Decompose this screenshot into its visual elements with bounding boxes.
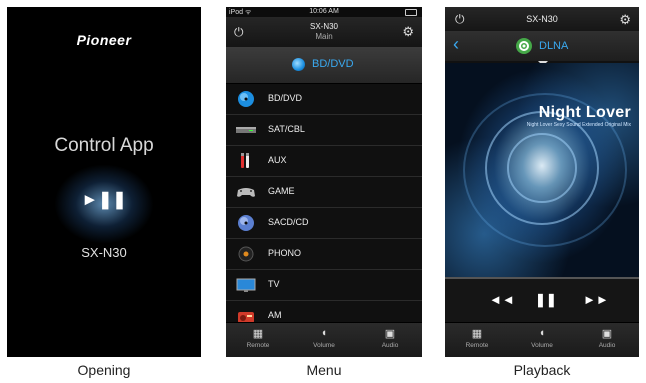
source-bar[interactable]: ‹ DLNA (445, 31, 639, 66)
status-time: 10:06 AM (309, 8, 339, 15)
tab-audio[interactable]: ▣ Audio (575, 327, 639, 349)
pioneer-logo: Pioneer (76, 32, 132, 48)
menu-tab-bar: ▦ Remote ◖ Volume ▣ Audio (226, 322, 422, 357)
remote-icon: ▦ (252, 328, 264, 340)
battery-icon (405, 9, 417, 16)
tab-volume[interactable]: ◖ Volume (292, 327, 356, 349)
input-label: BD/DVD (268, 93, 303, 103)
remote-icon: ▦ (471, 328, 483, 340)
playback-tab-bar: ▦ Remote ◖ Volume ▣ Audio (445, 322, 639, 357)
status-bar: iPod ᯤ 10:06 AM (226, 7, 422, 17)
input-item-sacd-cd[interactable]: SACD/CD (226, 208, 422, 239)
menu-header: ⏻ SX-N30 Main ⚙ (226, 17, 422, 47)
input-label: AUX (268, 155, 287, 165)
caption-playback: Playback (513, 362, 571, 378)
previous-icon[interactable]: ◄◄ (489, 292, 515, 307)
tab-label: Audio (381, 342, 399, 349)
input-label: AM (268, 310, 282, 320)
rca-cable-icon (241, 153, 249, 168)
input-item-sat-cbl[interactable]: SAT/CBL (226, 115, 422, 146)
opening-screen: Pioneer Control App ►❚❚ SX-N30 (7, 7, 201, 357)
dlna-icon (516, 38, 532, 54)
tab-label: Volume (531, 342, 553, 349)
tab-label: Volume (313, 342, 335, 349)
header-zone: Main (315, 32, 333, 41)
input-item-bd-dvd[interactable]: BD/DVD (226, 84, 422, 115)
transport-controls: ◄◄ ❚❚ ►► (445, 279, 639, 323)
input-item-tv[interactable]: TV (226, 270, 422, 301)
tab-remote[interactable]: ▦ Remote (226, 327, 290, 349)
caption-menu: Menu (306, 362, 342, 378)
audio-icon: ▣ (601, 328, 613, 340)
set-top-box-icon (236, 127, 256, 133)
input-label: SACD/CD (268, 217, 309, 227)
menu-screen: iPod ᯤ 10:06 AM ⏻ SX-N30 Main ⚙ BD/DVD B… (226, 7, 422, 357)
header-model: SX-N30 (309, 22, 338, 31)
speaker-icon: ◖ (538, 327, 546, 339)
selected-input-label: BD/DVD (312, 58, 354, 70)
gear-icon[interactable]: ⚙ (619, 12, 631, 28)
playback-header: ⏻ SX-N30 ⚙ (445, 7, 639, 31)
caption-opening: Opening (77, 362, 131, 378)
tab-label: Remote (246, 342, 270, 349)
disc-icon (292, 58, 305, 71)
tab-volume[interactable]: ◖ Volume (510, 327, 574, 349)
gamepad-icon (237, 188, 255, 197)
album-art: Night Lover Night Lover Sexy Sound Exten… (445, 63, 639, 277)
app-title: Control App (54, 135, 154, 156)
tab-audio[interactable]: ▣ Audio (358, 327, 422, 349)
input-label: SAT/CBL (268, 124, 305, 134)
input-item-aux[interactable]: AUX (226, 146, 422, 177)
back-chevron-icon[interactable]: ‹ (453, 34, 459, 55)
selected-input-bar[interactable]: BD/DVD (226, 47, 422, 84)
input-item-game[interactable]: GAME (226, 177, 422, 208)
source-label: DLNA (539, 40, 569, 52)
play-pause-icon[interactable]: ►❚❚ (7, 190, 201, 210)
cd-icon (238, 215, 254, 231)
track-subtitle: Night Lover Sexy Sound Extended Original… (526, 122, 631, 128)
input-label: PHONO (268, 248, 302, 258)
playback-screen: ⏻ SX-N30 ⚙ ‹ DLNA Night Lover Night Love… (445, 7, 639, 357)
gear-icon[interactable]: ⚙ (402, 24, 414, 40)
input-label: TV (268, 279, 280, 289)
record-icon (238, 246, 254, 262)
tv-icon (236, 278, 256, 292)
tab-label: Remote (465, 342, 489, 349)
input-item-phono[interactable]: PHONO (226, 239, 422, 270)
input-label: GAME (268, 186, 295, 196)
next-icon[interactable]: ►► (583, 292, 609, 307)
tab-label: Audio (598, 342, 616, 349)
pause-icon[interactable]: ❚❚ (535, 292, 557, 308)
header-model: SX-N30 (526, 14, 558, 24)
speaker-icon: ◖ (320, 327, 328, 339)
input-list: BD/DVD SAT/CBL AUX GAME SACD/CD PHONO TV (226, 84, 422, 332)
track-title: Night Lover (538, 104, 631, 121)
tab-remote[interactable]: ▦ Remote (445, 327, 509, 349)
audio-icon: ▣ (384, 328, 396, 340)
model-name: SX-N30 (81, 245, 127, 260)
disc-icon (238, 91, 254, 107)
